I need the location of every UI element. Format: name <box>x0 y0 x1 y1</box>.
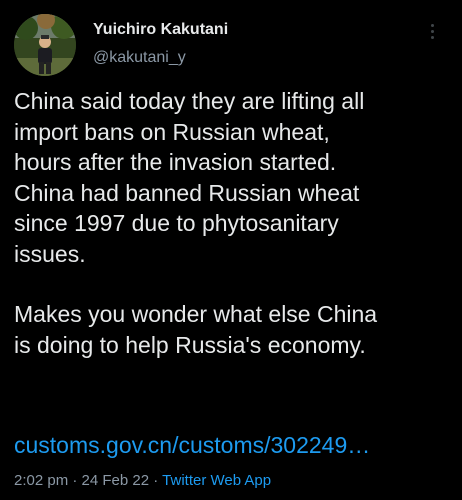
author-display-name[interactable]: Yuichiro Kakutani <box>93 20 228 40</box>
more-vertical-icon[interactable] <box>426 24 438 44</box>
tweet-link[interactable]: customs.gov.cn/customs/302249… <box>14 430 370 460</box>
tweet-meta: 2:02 pm · 24 Feb 22 · Twitter Web App <box>14 471 271 491</box>
tweet-date[interactable]: 24 Feb 22 <box>82 472 150 489</box>
avatar[interactable] <box>14 14 76 76</box>
tweet-line: China said today they are lifting all <box>14 88 365 114</box>
source-app-link[interactable]: Twitter Web App <box>162 472 271 489</box>
tweet-line: China had banned Russian wheat <box>14 179 360 206</box>
tweet-line: import bans on Russian wheat, <box>14 118 330 145</box>
author-names: Yuichiro Kakutani @kakutani_y <box>93 20 228 68</box>
tweet-header: Yuichiro Kakutani @kakutani_y <box>14 14 448 78</box>
meta-separator: · <box>68 472 82 489</box>
meta-separator: · <box>149 472 163 489</box>
tweet-text: China said today they are lifting all im… <box>14 86 454 360</box>
tweet: Yuichiro Kakutani @kakutani_y China said… <box>0 0 462 500</box>
tweet-line: issues. <box>14 240 86 267</box>
tweet-line: since 1997 due to phytosanitary <box>14 210 339 236</box>
tweet-line: hours after the invasion started. <box>14 149 337 175</box>
author-handle[interactable]: @kakutani_y <box>93 48 228 68</box>
tweet-line: Makes you wonder what else China <box>14 301 378 327</box>
avatar-photo <box>14 14 76 76</box>
tweet-time[interactable]: 2:02 pm <box>14 472 68 489</box>
tweet-line: is doing to help Russia's economy. <box>14 331 366 358</box>
